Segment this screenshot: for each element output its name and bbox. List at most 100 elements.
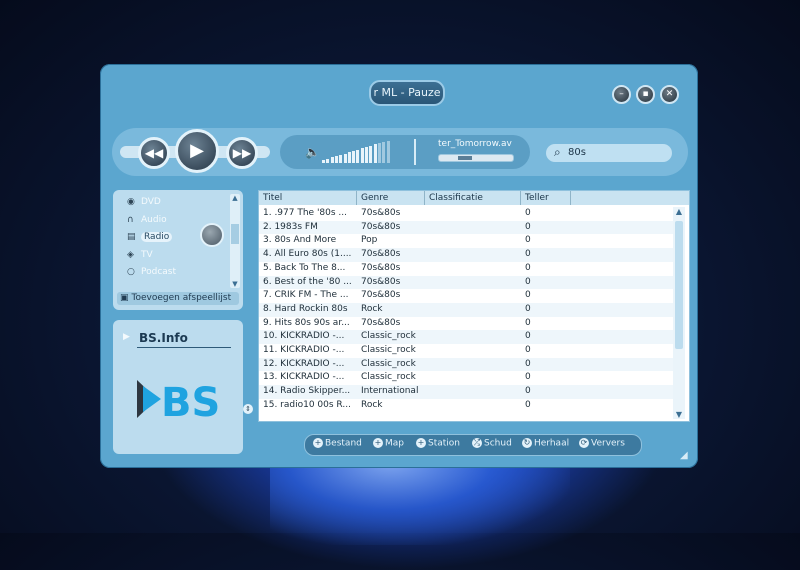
volume-bar bbox=[326, 158, 330, 163]
cell-title: 7. CRIK FM - The ... bbox=[263, 290, 349, 301]
scroll-up-icon[interactable]: ▲ bbox=[673, 207, 685, 216]
add-station-button[interactable]: + Station bbox=[416, 438, 460, 449]
sidebar-item-label: Radio bbox=[141, 232, 173, 242]
volume-slider[interactable] bbox=[322, 139, 392, 163]
cell-genre: 70s&80s bbox=[361, 317, 401, 328]
table-scrollbar[interactable]: ▲ ▼ bbox=[673, 207, 685, 419]
scrollbar-thumb[interactable] bbox=[231, 224, 239, 244]
sidebar-item-label: TV bbox=[141, 250, 153, 260]
add-file-button[interactable]: + Bestand bbox=[313, 438, 362, 449]
cell-title: 13. KICKRADIO -... bbox=[263, 372, 345, 383]
maximize-button[interactable]: ▪ bbox=[636, 85, 655, 104]
source-list-panel: ◉ DVD ∩ Audio ▤ Radio ◈ TV ○ Podcast ▲ ▼ ▣ Toe… bbox=[113, 190, 243, 310]
expand-arrow-icon[interactable]: ▶ bbox=[123, 332, 130, 342]
table-row[interactable]: 12. KICKRADIO -... Classic_rock 0 bbox=[259, 357, 673, 372]
sidebar-item-podcast[interactable]: ○ Podcast bbox=[127, 267, 176, 277]
cell-count: 0 bbox=[525, 290, 531, 301]
cell-genre: Classic_rock bbox=[361, 331, 416, 342]
volume-bar bbox=[356, 149, 360, 163]
table-row[interactable]: 6. Best of the '80 ... 70s&80s 0 bbox=[259, 275, 673, 290]
shuffle-button[interactable]: ⤮ Schud bbox=[472, 438, 512, 449]
cell-genre: 70s&80s bbox=[361, 221, 401, 232]
radio-icon: ▤ bbox=[127, 232, 136, 242]
volume-bar bbox=[334, 156, 338, 163]
cell-count: 0 bbox=[525, 262, 531, 273]
sidebar-scrollbar[interactable]: ▲ ▼ bbox=[230, 194, 240, 288]
cell-title: 9. Hits 80s 90s ar... bbox=[263, 317, 350, 328]
refresh-icon: ⟳ bbox=[579, 438, 589, 448]
wallpaper-swirl-highlight bbox=[270, 455, 570, 545]
scroll-up-icon[interactable]: ▲ bbox=[230, 194, 240, 202]
close-button[interactable]: ✕ bbox=[660, 85, 679, 104]
add-folder-button[interactable]: + Map bbox=[373, 438, 404, 449]
volume-bar bbox=[373, 144, 377, 163]
cell-title: 8. Hard Rockin 80s bbox=[263, 303, 348, 314]
cell-title: 3. 80s And More bbox=[263, 235, 337, 246]
play-button[interactable]: ▶ bbox=[175, 129, 219, 173]
button-label: Station bbox=[428, 438, 460, 449]
track-progress-bar[interactable] bbox=[438, 154, 514, 162]
table-row[interactable]: 15. radio10 00s R... Rock 0 bbox=[259, 398, 673, 413]
cell-genre: Rock bbox=[361, 399, 383, 410]
volume-bar bbox=[365, 147, 368, 163]
table-row[interactable]: 13. KICKRADIO -... Classic_rock 0 bbox=[259, 371, 673, 386]
table-row[interactable]: 3. 80s And More Pop 0 bbox=[259, 234, 673, 249]
speaker-icon[interactable]: 🔈 bbox=[305, 145, 320, 159]
column-header-classification[interactable]: Classificatie bbox=[425, 191, 521, 205]
volume-bar bbox=[322, 160, 325, 163]
table-row[interactable]: 14. Radio Skipper... International 0 bbox=[259, 385, 673, 399]
info-panel: ▶ BS.Info BS bbox=[113, 320, 243, 454]
column-header-count[interactable]: Teller bbox=[521, 191, 571, 205]
table-row[interactable]: 2. 1983s FM 70s&80s 0 bbox=[259, 220, 673, 235]
volume-bar bbox=[330, 157, 334, 163]
cell-count: 0 bbox=[525, 221, 531, 232]
window-title: r ML - Pauze bbox=[369, 80, 445, 106]
scrollbar-thumb[interactable] bbox=[675, 221, 683, 349]
sidebar-item-audio[interactable]: ∩ Audio bbox=[127, 215, 167, 225]
column-header-genre[interactable]: Genre bbox=[357, 191, 425, 205]
table-row[interactable]: 9. Hits 80s 90s ar... 70s&80s 0 bbox=[259, 316, 673, 331]
table-row[interactable]: 5. Back To The 8... 70s&80s 0 bbox=[259, 261, 673, 276]
add-to-playlist-button[interactable]: ▣ Toevoegen afspeellijst bbox=[117, 292, 239, 305]
track-name: ter_Tomorrow.av bbox=[438, 139, 512, 149]
search-icon: ⌕ bbox=[554, 145, 561, 159]
station-table: Titel Genre Classificatie Teller 1. .977… bbox=[258, 190, 690, 422]
sidebar-item-label: Audio bbox=[141, 215, 167, 225]
fast-forward-button[interactable]: ▶▶ bbox=[226, 137, 258, 169]
shuffle-icon: ⤮ bbox=[472, 438, 482, 448]
cell-count: 0 bbox=[525, 208, 531, 218]
plus-icon: + bbox=[373, 438, 383, 448]
table-row[interactable]: 10. KICKRADIO -... Classic_rock 0 bbox=[259, 330, 673, 344]
sidebar-item-tv[interactable]: ◈ TV bbox=[127, 250, 153, 260]
repeat-button[interactable]: ↻ Herhaal bbox=[522, 438, 569, 449]
rewind-button[interactable]: ◀◀ bbox=[138, 137, 170, 169]
collapse-panel-icon[interactable]: ⇕ bbox=[243, 404, 253, 414]
cell-title: 1. .977 The '80s ... bbox=[263, 208, 348, 218]
column-header-title[interactable]: Titel bbox=[259, 191, 357, 205]
fast-forward-icon: ▶▶ bbox=[232, 146, 252, 160]
cell-title: 6. Best of the '80 ... bbox=[263, 276, 352, 287]
cell-genre: 70s&80s bbox=[361, 262, 401, 273]
cell-count: 0 bbox=[525, 276, 531, 287]
cell-genre: 70s&80s bbox=[361, 276, 401, 287]
cell-count: 0 bbox=[525, 345, 531, 355]
tv-icon: ◈ bbox=[127, 250, 134, 260]
table-row[interactable]: 4. All Euro 80s (1.... 70s&80s 0 bbox=[259, 248, 673, 262]
scroll-down-icon[interactable]: ▼ bbox=[673, 410, 685, 419]
headphones-icon: ∩ bbox=[127, 215, 134, 225]
sidebar-item-dvd[interactable]: ◉ DVD bbox=[127, 197, 161, 207]
volume-bar bbox=[339, 154, 343, 163]
track-progress-fill bbox=[458, 156, 472, 160]
scroll-down-icon[interactable]: ▼ bbox=[230, 280, 240, 288]
table-row[interactable]: 8. Hard Rockin 80s Rock 0 bbox=[259, 302, 673, 317]
cell-count: 0 bbox=[525, 317, 531, 328]
sidebar-item-radio[interactable]: ▤ Radio bbox=[127, 232, 173, 242]
search-input[interactable] bbox=[568, 145, 664, 160]
table-row[interactable]: 1. .977 The '80s ... 70s&80s 0 bbox=[259, 207, 673, 221]
table-row[interactable]: 11. KICKRADIO -... Classic_rock 0 bbox=[259, 344, 673, 358]
minimize-button[interactable]: – bbox=[612, 85, 631, 104]
refresh-button[interactable]: ⟳ Ververs bbox=[579, 438, 625, 449]
resize-grip-icon[interactable]: ◢ bbox=[680, 450, 694, 464]
volume-bar bbox=[382, 141, 386, 163]
table-row[interactable]: 7. CRIK FM - The ... 70s&80s 0 bbox=[259, 289, 673, 303]
